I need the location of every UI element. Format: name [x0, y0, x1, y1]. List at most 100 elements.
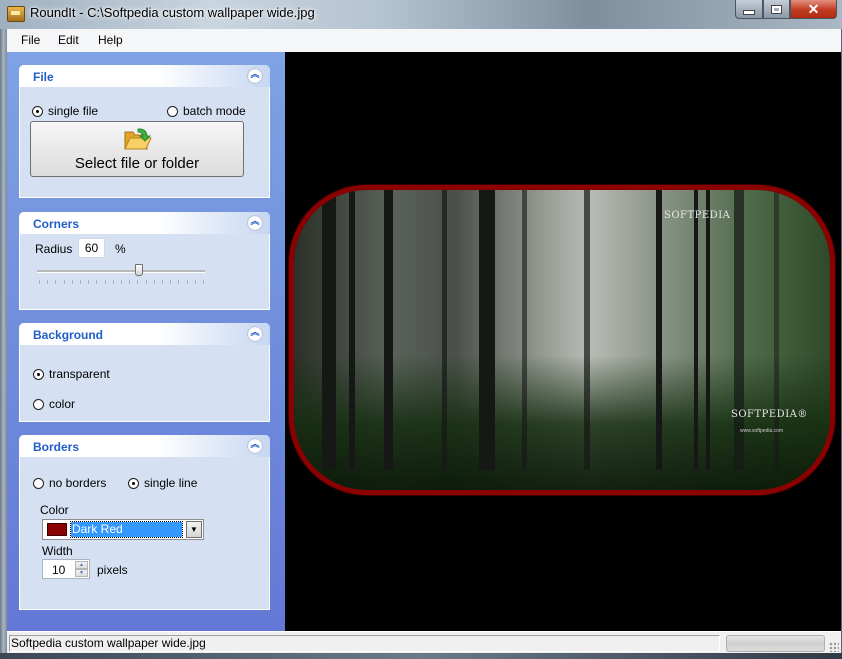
- single-line-label: single line: [144, 476, 198, 490]
- background-panel-header[interactable]: Background ︽: [19, 323, 270, 345]
- slider-tick: [71, 280, 73, 284]
- radio-unselected-icon: [167, 105, 178, 117]
- minimize-button[interactable]: [735, 0, 763, 19]
- app-icon[interactable]: [7, 6, 25, 22]
- slider-tick: [203, 280, 204, 284]
- file-collapse-button[interactable]: ︽: [247, 68, 263, 84]
- single-file-radio[interactable]: single file: [32, 104, 98, 118]
- radio-selected-icon: [128, 477, 139, 489]
- folder-open-icon: [124, 128, 152, 150]
- color-radio[interactable]: color: [33, 397, 75, 411]
- tree-trunk: [442, 190, 447, 470]
- border-width-spinner[interactable]: 10 ▲ ▼: [42, 559, 90, 579]
- radio-selected-icon: [33, 368, 44, 380]
- tree-trunk: [706, 190, 710, 470]
- slider-tick: [63, 280, 65, 284]
- tree-trunk: [694, 190, 698, 470]
- slider-tick: [194, 280, 196, 284]
- borders-panel-header[interactable]: Borders ︽: [19, 435, 270, 457]
- slider-tick: [153, 280, 155, 284]
- tree-trunk: [656, 190, 662, 470]
- close-icon: ✕: [807, 0, 820, 17]
- chevron-up-icon: ︽: [250, 69, 260, 79]
- radio-unselected-icon: [33, 398, 44, 410]
- slider-tick: [112, 280, 114, 284]
- borders-panel-title: Borders: [33, 440, 80, 454]
- chevron-up-icon: ︽: [250, 216, 260, 226]
- resize-grip-icon[interactable]: [829, 642, 839, 652]
- radius-label: Radius: [35, 242, 73, 256]
- spin-down-icon[interactable]: ▼: [75, 569, 88, 577]
- no-borders-radio[interactable]: no borders: [33, 476, 106, 490]
- border-width-value[interactable]: 10: [52, 563, 65, 577]
- corners-collapse-button[interactable]: ︽: [247, 215, 263, 231]
- color-swatch: [47, 523, 67, 536]
- title-bar[interactable]: RoundIt - C:\Softpedia custom wallpaper …: [0, 0, 842, 29]
- select-file-label: Select file or folder: [74, 155, 200, 172]
- border-color-value: Dark Red: [70, 521, 183, 538]
- menu-file[interactable]: File: [21, 33, 40, 47]
- border-color-dropdown[interactable]: Dark Red ▼: [42, 519, 204, 540]
- radius-slider-thumb[interactable]: [134, 264, 143, 276]
- progress-bar: [726, 635, 825, 652]
- radius-input[interactable]: 60: [78, 238, 105, 258]
- maximize-icon: [771, 4, 782, 14]
- dropdown-arrow-icon[interactable]: ▼: [186, 521, 202, 538]
- slider-tick: [121, 280, 122, 284]
- slider-tick: [170, 280, 172, 284]
- menu-help[interactable]: Help: [98, 33, 123, 47]
- tree-trunk: [479, 190, 495, 470]
- menu-edit[interactable]: Edit: [58, 33, 79, 47]
- slider-tick: [129, 280, 131, 284]
- chevron-up-icon: ︽: [250, 439, 260, 449]
- status-bar: Softpedia custom wallpaper wide.jpg: [7, 631, 841, 654]
- tree-trunk: [384, 190, 393, 470]
- preview-canvas: SOFTPEDIA SOFTPEDIA® www.softpedia.com: [285, 52, 841, 631]
- corners-panel-header[interactable]: Corners ︽: [19, 212, 270, 234]
- slider-tick: [39, 280, 40, 284]
- background-panel: Background ︽ transparent color: [19, 323, 270, 422]
- slider-tick: [47, 280, 49, 284]
- window-frame-bottom: [0, 653, 842, 659]
- slider-tick: [88, 280, 90, 284]
- single-line-radio[interactable]: single line: [128, 476, 197, 490]
- slider-tick: [162, 280, 163, 284]
- watermark-url: www.softpedia.com: [740, 428, 784, 434]
- minimize-icon: [743, 9, 755, 15]
- single-file-label: single file: [48, 104, 99, 118]
- slider-tick: [186, 280, 188, 284]
- radius-slider-track[interactable]: [37, 270, 205, 273]
- border-color-label: Color: [40, 503, 69, 517]
- chevron-up-icon: ︽: [250, 327, 260, 337]
- spinner-buttons: ▲ ▼: [75, 561, 88, 577]
- options-sidebar: File ︽ single file batch mode Select fil…: [7, 52, 285, 631]
- select-file-button[interactable]: Select file or folder: [30, 121, 244, 177]
- maximize-button[interactable]: [763, 0, 790, 19]
- tree-trunk: [349, 190, 355, 470]
- radio-selected-icon: [32, 105, 43, 117]
- batch-mode-label: batch mode: [183, 104, 246, 118]
- watermark-bottom: SOFTPEDIA®: [731, 409, 808, 420]
- borders-collapse-button[interactable]: ︽: [247, 438, 263, 454]
- no-borders-label: no borders: [49, 476, 107, 490]
- file-panel: File ︽ single file batch mode Select fil…: [19, 65, 270, 198]
- window-frame-left: [0, 29, 7, 653]
- transparent-label: transparent: [49, 367, 110, 381]
- batch-mode-radio[interactable]: batch mode: [167, 104, 246, 118]
- borders-panel: Borders ︽ no borders single line Color D…: [19, 435, 270, 610]
- corners-panel-title: Corners: [33, 217, 80, 231]
- slider-tick: [178, 280, 180, 284]
- forest-photo: [294, 190, 830, 490]
- corners-panel: Corners ︽ Radius 60 %: [19, 212, 270, 310]
- window-controls: ✕: [735, 0, 837, 19]
- transparent-radio[interactable]: transparent: [33, 367, 110, 381]
- slider-tick: [55, 280, 57, 284]
- file-panel-header[interactable]: File ︽: [19, 65, 270, 87]
- background-panel-title: Background: [33, 328, 104, 342]
- slider-tick: [104, 280, 106, 284]
- spin-up-icon[interactable]: ▲: [75, 561, 88, 569]
- radius-unit: %: [115, 242, 126, 256]
- background-collapse-button[interactable]: ︽: [247, 326, 263, 342]
- menu-bar: File Edit Help: [7, 29, 841, 52]
- close-button[interactable]: ✕: [790, 0, 837, 19]
